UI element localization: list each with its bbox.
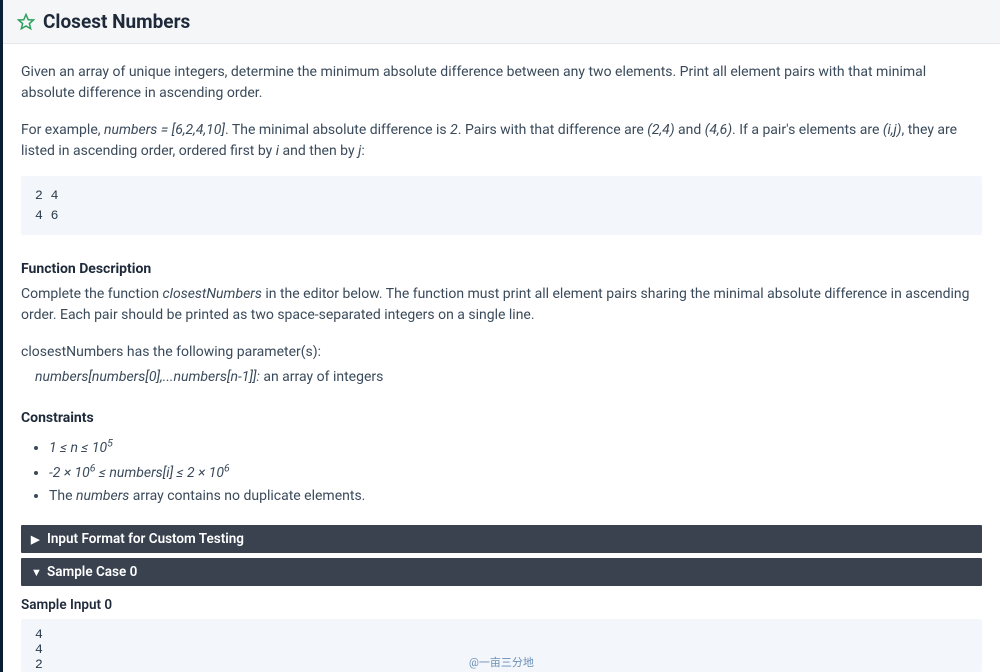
intro-paragraph-1: Given an array of unique integers, deter… bbox=[21, 62, 982, 104]
problem-title: Closest Numbers bbox=[43, 10, 190, 33]
chevron-down-icon: ▼ bbox=[31, 566, 41, 579]
params-intro: closestNumbers has the following paramet… bbox=[21, 342, 982, 363]
accordion-sample-case-0[interactable]: ▼ Sample Case 0 bbox=[21, 558, 982, 586]
constraint-item: The numbers array contains no duplicate … bbox=[49, 486, 982, 507]
sample-input-block: 4 4 2 bbox=[21, 619, 982, 672]
intro-paragraph-2: For example, numbers = [6,2,4,10]. The m… bbox=[21, 120, 982, 162]
chevron-right-icon: ▶ bbox=[31, 533, 41, 546]
accordion-input-format[interactable]: ▶ Input Format for Custom Testing bbox=[21, 525, 982, 553]
constraint-item: -2 × 106 ≤ numbers[i] ≤ 2 × 106 bbox=[49, 461, 982, 485]
function-description: Complete the function closestNumbers in … bbox=[21, 284, 982, 326]
accordion-label: Sample Case 0 bbox=[47, 564, 137, 580]
function-description-heading: Function Description bbox=[21, 259, 982, 280]
constraint-item: 1 ≤ n ≤ 105 bbox=[49, 435, 982, 459]
star-icon[interactable] bbox=[17, 13, 35, 31]
accordion-label: Input Format for Custom Testing bbox=[47, 531, 244, 547]
constraints-list: 1 ≤ n ≤ 105-2 × 106 ≤ numbers[i] ≤ 2 × 1… bbox=[49, 435, 982, 507]
problem-content: Given an array of unique integers, deter… bbox=[3, 44, 1000, 507]
param-line: numbers[numbers[0],...numbers[n-1]]: an … bbox=[35, 367, 982, 388]
example-output-block: 2 4 4 6 bbox=[21, 176, 982, 235]
sample-input-heading: Sample Input 0 bbox=[3, 591, 1000, 619]
problem-header: Closest Numbers bbox=[3, 0, 1000, 44]
constraints-heading: Constraints bbox=[21, 408, 982, 429]
